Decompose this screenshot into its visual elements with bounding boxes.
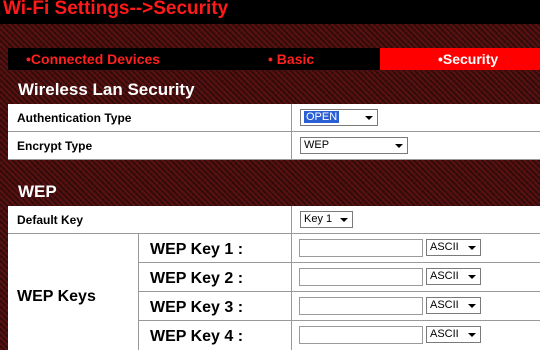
chevron-down-icon <box>466 240 478 255</box>
authentication-type-label: Authentication Type <box>17 111 132 125</box>
wep-key-4-format-select[interactable]: ASCII <box>426 326 481 343</box>
wep-key-2-input[interactable] <box>299 268 423 286</box>
wep-key-3-format-select[interactable]: ASCII <box>426 297 481 314</box>
wep-key-1-label: WEP Key 1 : <box>150 241 244 258</box>
tab-bar: •Connected Devices • Basic •Security <box>8 48 540 70</box>
wep-key-3-row: WEP Key 3 : ASCII <box>139 292 540 321</box>
wep-key-4-input[interactable] <box>299 326 423 344</box>
chevron-down-icon <box>466 298 478 313</box>
wep-key-2-format-value: ASCII <box>430 270 459 282</box>
encrypt-type-row: Encrypt Type WEP <box>8 132 540 160</box>
default-key-value: Key 1 <box>304 213 333 225</box>
wep-key-2-row: WEP Key 2 : ASCII <box>139 263 540 292</box>
encrypt-type-value: WEP <box>304 139 330 151</box>
tab-basic[interactable]: • Basic <box>206 48 380 70</box>
page-title: Wi-Fi Settings-->Security <box>3 0 229 19</box>
tab-connected-devices[interactable]: •Connected Devices <box>8 48 206 70</box>
wep-key-1-input[interactable] <box>299 239 423 257</box>
chevron-down-icon <box>363 110 375 125</box>
column-divider <box>291 206 292 233</box>
wep-heading: WEP <box>18 182 57 201</box>
chevron-down-icon <box>466 327 478 342</box>
default-key-select[interactable]: Key 1 <box>300 211 353 228</box>
encrypt-type-label: Encrypt Type <box>17 139 93 153</box>
chevron-down-icon <box>338 212 350 227</box>
wep-key-3-format-value: ASCII <box>430 299 459 311</box>
encrypt-type-select[interactable]: WEP <box>300 137 408 154</box>
authentication-type-select[interactable]: OPEN <box>300 109 378 126</box>
authentication-type-row: Authentication Type OPEN <box>8 104 540 132</box>
wep-key-4-row: WEP Key 4 : ASCII <box>139 321 540 350</box>
wep-key-3-input[interactable] <box>299 297 423 315</box>
wep-key-2-label: WEP Key 2 : <box>150 270 244 287</box>
wep-key-4-label: WEP Key 4 : <box>150 328 244 345</box>
default-key-label: Default Key <box>17 213 84 227</box>
wep-keys-label: WEP Keys <box>17 288 96 305</box>
wep-key-2-format-select[interactable]: ASCII <box>426 268 481 285</box>
chevron-down-icon <box>393 138 405 153</box>
wireless-lan-security-heading: Wireless Lan Security <box>18 80 195 99</box>
wep-key-3-label: WEP Key 3 : <box>150 299 244 316</box>
chevron-down-icon <box>466 269 478 284</box>
wep-key-1-row: WEP Key 1 : ASCII <box>139 234 540 263</box>
tab-security[interactable]: •Security <box>380 48 540 70</box>
wep-key-4-format-value: ASCII <box>430 328 459 340</box>
default-key-row: Default Key Key 1 <box>8 206 540 234</box>
column-divider <box>291 104 292 131</box>
wep-key-1-format-select[interactable]: ASCII <box>426 239 481 256</box>
wep-keys-section: WEP Keys WEP Key 1 : ASCII WEP Key 2 : A… <box>8 234 540 350</box>
authentication-type-value: OPEN <box>304 111 340 123</box>
wep-key-1-format-value: ASCII <box>430 241 459 253</box>
column-divider <box>291 132 292 159</box>
